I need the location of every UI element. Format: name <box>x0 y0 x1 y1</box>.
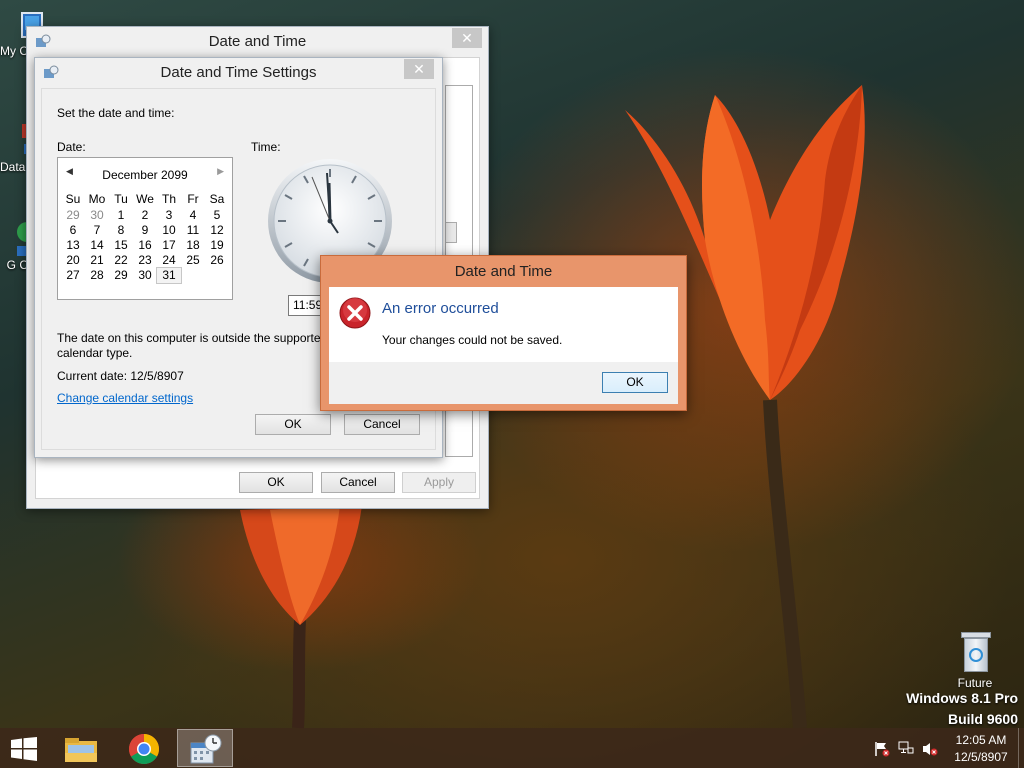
error-dialog-footer: OK <box>329 362 678 404</box>
calendar-day[interactable]: 14 <box>85 238 109 253</box>
weekday-label: Su <box>65 192 81 206</box>
close-button[interactable]: ✕ <box>404 59 434 79</box>
calendar-week-row: 20 21 22 23 24 25 26 <box>61 253 229 268</box>
apply-button[interactable]: Apply <box>402 472 476 493</box>
speaker-muted-icon[interactable] <box>922 741 938 757</box>
taskbar-chrome[interactable] <box>116 729 172 767</box>
taskbar-file-explorer[interactable] <box>54 729 110 767</box>
calendar-day[interactable]: 30 <box>85 208 109 223</box>
calendar-day[interactable]: 18 <box>181 238 205 253</box>
calendar-day[interactable]: 28 <box>85 268 109 283</box>
weekday-label: Sa <box>209 192 225 206</box>
tab-button-fragment[interactable] <box>445 222 457 243</box>
calendar-day[interactable]: 4 <box>181 208 205 223</box>
next-month-icon[interactable]: ▶ <box>217 166 224 177</box>
action-center-flag-icon[interactable] <box>874 741 890 757</box>
calendar-warning-text-2: calendar type. <box>57 346 133 360</box>
title-bar[interactable]: Date and Time Settings ✕ <box>35 58 442 88</box>
chrome-icon <box>128 734 160 765</box>
current-date-text: Current date: 12/5/8907 <box>57 369 184 383</box>
watermark-build: Build 9600 <box>947 711 1018 727</box>
calendar-day[interactable]: 1 <box>109 208 133 223</box>
show-desktop-button[interactable] <box>1018 728 1024 768</box>
weekday-label: We <box>136 192 154 206</box>
calendar-day[interactable]: 10 <box>157 223 181 238</box>
calendar-day[interactable]: 13 <box>61 238 85 253</box>
cancel-button[interactable]: Cancel <box>321 472 395 493</box>
calendar-day[interactable]: 25 <box>181 253 205 268</box>
weekday-label: Fr <box>187 192 199 206</box>
error-heading: An error occurred <box>382 300 499 317</box>
weekday-label: Mo <box>88 192 106 206</box>
close-button[interactable]: ✕ <box>452 28 482 48</box>
watermark-edition: Windows 8.1 Pro <box>906 690 1018 706</box>
recycle-bin-icon <box>957 630 993 676</box>
calendar-day[interactable]: 7 <box>85 223 109 238</box>
window-title: Date and Time Settings <box>160 64 317 81</box>
calendar-day[interactable]: 29 <box>109 268 133 283</box>
ok-button[interactable]: OK <box>255 414 331 435</box>
calendar-day[interactable]: 5 <box>205 208 229 223</box>
calendar-grid: Su Mo Tu We Th Fr Sa 29 30 1 2 3 4 5 6 7 8 9 10 11 12 13 14… <box>61 192 229 284</box>
error-message: Your changes could not be saved. <box>382 333 563 347</box>
calendar-day[interactable]: 15 <box>109 238 133 253</box>
start-icon <box>11 737 37 761</box>
calendar-day[interactable]: 2 <box>133 208 157 223</box>
calendar-day[interactable]: 21 <box>85 253 109 268</box>
calendar-week-row: 27 28 29 30 31 <box>61 267 229 284</box>
date-time-icon <box>190 734 222 764</box>
instruction-text: Set the date and time: <box>57 106 175 120</box>
date-label: Date: <box>57 140 86 154</box>
cancel-button[interactable]: Cancel <box>344 414 420 435</box>
window-title: Date and Time <box>208 33 307 50</box>
calendar-warning-text: The date on this computer is outside the… <box>57 331 328 345</box>
start-button[interactable] <box>0 729 48 767</box>
calendar-week-row: 29 30 1 2 3 4 5 <box>61 208 229 223</box>
change-calendar-settings-link[interactable]: Change calendar settings <box>57 391 193 405</box>
weekday-label: Th <box>161 192 176 206</box>
error-dialog: Date and Time An error occurred Your cha… <box>320 255 687 411</box>
time-label: Time: <box>251 140 281 154</box>
calendar-day[interactable]: 9 <box>133 223 157 238</box>
calendar-day[interactable]: 17 <box>157 238 181 253</box>
calendar-day[interactable]: 30 <box>133 268 157 283</box>
calendar-day[interactable]: 27 <box>61 268 85 283</box>
file-explorer-icon <box>65 738 97 762</box>
calendar-day[interactable]: 12 <box>205 223 229 238</box>
desktop-icon-recycle-bin[interactable]: Future <box>945 630 1005 690</box>
error-icon <box>339 297 371 329</box>
weekday-label: Tu <box>114 192 128 206</box>
calendar-day[interactable]: 16 <box>133 238 157 253</box>
ok-button[interactable]: OK <box>602 372 668 393</box>
title-bar[interactable]: Date and Time ✕ <box>27 27 488 57</box>
error-dialog-title: Date and Time <box>454 263 553 280</box>
calendar-day[interactable]: 11 <box>181 223 205 238</box>
calendar-control[interactable]: ◀ December 2099 ▶ Su Mo Tu We Th Fr Sa 29 30 1 2 3… <box>57 157 233 300</box>
desktop-icon-label: Future <box>957 676 993 690</box>
error-dialog-body: An error occurred Your changes could not… <box>329 287 678 362</box>
calendar-day[interactable]: 3 <box>157 208 181 223</box>
calendar-day[interactable]: 19 <box>205 238 229 253</box>
calendar-day[interactable]: 29 <box>61 208 85 223</box>
calendar-month-year[interactable]: December 2099 <box>58 168 232 182</box>
weekday-row: Su Mo Tu We Th Fr Sa <box>61 192 229 208</box>
network-icon[interactable] <box>898 741 914 757</box>
clock-time[interactable]: 12:05 AM <box>948 733 1014 747</box>
calendar-day[interactable]: 22 <box>109 253 133 268</box>
calendar-day-selected[interactable]: 31 <box>156 267 182 284</box>
clock-date[interactable]: 12/5/8907 <box>948 750 1014 764</box>
calendar-day[interactable]: 20 <box>61 253 85 268</box>
calendar-day[interactable]: 6 <box>61 223 85 238</box>
calendar-day[interactable]: 23 <box>133 253 157 268</box>
desktop-icon-label: G C <box>6 258 28 272</box>
calendar-day[interactable]: 24 <box>157 253 181 268</box>
taskbar-date-time[interactable] <box>177 729 233 767</box>
taskbar: 12:05 AM 12/5/8907 <box>0 728 1024 768</box>
calendar-week-row: 6 7 8 9 10 11 12 <box>61 223 229 238</box>
calendar-week-row: 13 14 15 16 17 18 19 <box>61 238 229 253</box>
calendar-day[interactable]: 26 <box>205 253 229 268</box>
ok-button[interactable]: OK <box>239 472 313 493</box>
time-value: 11:59 <box>293 298 323 312</box>
calendar-day[interactable]: 8 <box>109 223 133 238</box>
